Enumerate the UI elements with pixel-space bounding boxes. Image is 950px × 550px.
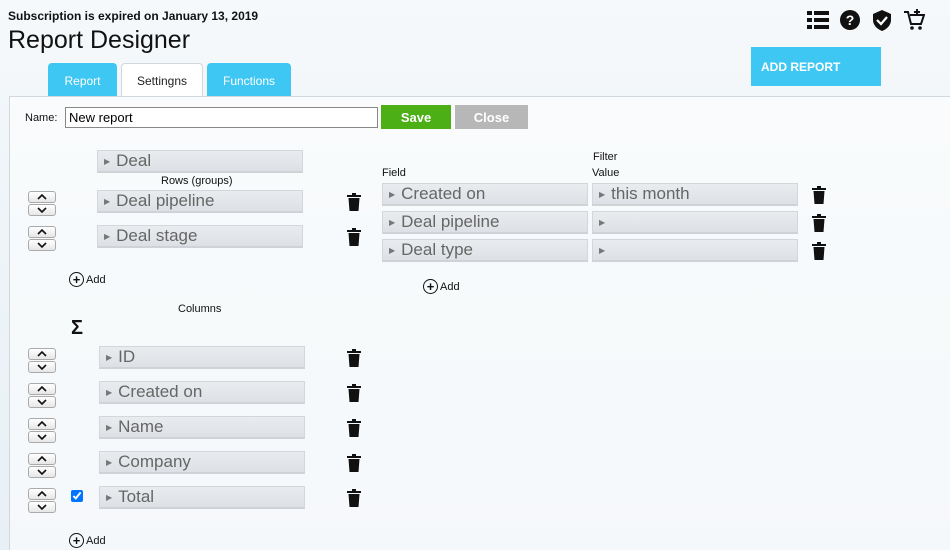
expand-triangle-icon: ▶ — [389, 245, 396, 255]
plus-circle-icon: + — [69, 272, 84, 287]
delete-icon[interactable] — [812, 186, 826, 204]
value-header: Value — [592, 167, 620, 179]
delete-icon[interactable] — [347, 193, 361, 211]
filter-value[interactable]: ▶ — [592, 211, 798, 234]
add-row-link[interactable]: + Add — [69, 272, 106, 287]
column-item[interactable]: ▶ ID — [99, 346, 305, 369]
column-reorder-arrows[interactable] — [28, 488, 56, 513]
sigma-icon[interactable]: Σ — [71, 317, 83, 340]
expand-triangle-icon: ▶ — [599, 245, 606, 255]
top-toolbar: ? — [806, 9, 926, 31]
move-down-icon[interactable] — [28, 396, 56, 408]
delete-icon[interactable] — [347, 454, 361, 472]
filter-field[interactable]: ▶ Deal type — [382, 239, 588, 262]
expand-triangle-icon: ▶ — [106, 352, 113, 362]
expand-triangle-icon: ▶ — [106, 457, 113, 467]
move-up-icon[interactable] — [28, 226, 56, 238]
move-down-icon[interactable] — [28, 361, 56, 373]
move-up-icon[interactable] — [28, 348, 56, 360]
move-up-icon[interactable] — [28, 383, 56, 395]
expand-triangle-icon: ▶ — [106, 387, 113, 397]
field-header: Field — [382, 167, 406, 179]
cart-icon[interactable] — [902, 9, 926, 31]
tab-settings[interactable]: Settingns — [121, 63, 203, 97]
tab-report[interactable]: Report — [48, 63, 117, 97]
name-input[interactable] — [65, 107, 378, 128]
move-down-icon[interactable] — [28, 204, 56, 216]
filter-value[interactable]: ▶ — [592, 239, 798, 262]
help-icon[interactable]: ? — [838, 9, 862, 31]
svg-text:?: ? — [846, 12, 855, 28]
rows-label: Rows (groups) — [161, 175, 233, 187]
expand-triangle-icon: ▶ — [389, 189, 396, 199]
move-up-icon[interactable] — [28, 488, 56, 500]
shield-icon[interactable] — [870, 9, 894, 31]
column-reorder-arrows[interactable] — [28, 383, 56, 408]
column-reorder-arrows[interactable] — [28, 348, 56, 373]
move-down-icon[interactable] — [28, 501, 56, 513]
move-down-icon[interactable] — [28, 239, 56, 251]
filter-header: Filter — [593, 151, 618, 163]
expand-triangle-icon: ▶ — [389, 217, 396, 227]
move-down-icon[interactable] — [28, 466, 56, 478]
move-up-icon[interactable] — [28, 453, 56, 465]
columns-label: Columns — [178, 303, 222, 315]
filter-value[interactable]: ▶ this month — [592, 183, 798, 206]
delete-icon[interactable] — [347, 419, 361, 437]
expand-triangle-icon: ▶ — [599, 189, 606, 199]
add-report-button[interactable]: ADD REPORT — [751, 47, 881, 86]
plus-circle-icon: + — [69, 533, 84, 548]
name-label: Name: — [25, 112, 58, 124]
plus-circle-icon: + — [423, 279, 438, 294]
add-filter-link[interactable]: + Add — [423, 279, 460, 294]
column-item[interactable]: ▶ Total — [99, 486, 305, 509]
row-item[interactable]: ▶ Deal stage — [97, 225, 303, 248]
filter-field[interactable]: ▶ Deal pipeline — [382, 211, 588, 234]
delete-icon[interactable] — [812, 214, 826, 232]
column-item[interactable]: ▶ Created on — [99, 381, 305, 404]
row-reorder-arrows[interactable] — [28, 191, 56, 216]
list-icon[interactable] — [806, 9, 830, 31]
delete-icon[interactable] — [347, 349, 361, 367]
tab-bar: Report Settingns Functions — [48, 63, 291, 97]
delete-icon[interactable] — [347, 384, 361, 402]
column-reorder-arrows[interactable] — [28, 453, 56, 478]
subscription-notice: Subscription is expired on January 13, 2… — [8, 9, 259, 23]
delete-icon[interactable] — [347, 228, 361, 246]
expand-triangle-icon: ▶ — [106, 422, 113, 432]
delete-icon[interactable] — [347, 489, 361, 507]
close-button[interactable]: Close — [455, 105, 528, 129]
move-up-icon[interactable] — [28, 191, 56, 203]
row-item[interactable]: ▶ Deal pipeline — [97, 190, 303, 213]
delete-icon[interactable] — [812, 242, 826, 260]
filter-field[interactable]: ▶ Created on — [382, 183, 588, 206]
expand-triangle-icon: ▶ — [599, 217, 606, 227]
expand-triangle-icon: ▶ — [104, 156, 111, 166]
column-item[interactable]: ▶ Name — [99, 416, 305, 439]
page-title: Report Designer — [8, 26, 191, 54]
move-down-icon[interactable] — [28, 431, 56, 443]
expand-triangle-icon: ▶ — [104, 196, 111, 206]
expand-triangle-icon: ▶ — [106, 492, 113, 502]
expand-triangle-icon: ▶ — [104, 231, 111, 241]
tab-functions[interactable]: Functions — [207, 63, 291, 97]
add-column-link[interactable]: + Add — [69, 533, 106, 548]
move-up-icon[interactable] — [28, 418, 56, 430]
row-reorder-arrows[interactable] — [28, 226, 56, 251]
save-button[interactable]: Save — [381, 105, 451, 129]
column-reorder-arrows[interactable] — [28, 418, 56, 443]
total-checkbox[interactable] — [71, 490, 83, 502]
column-item[interactable]: ▶ Company — [99, 451, 305, 474]
entity-selector[interactable]: ▶ Deal — [97, 150, 303, 173]
